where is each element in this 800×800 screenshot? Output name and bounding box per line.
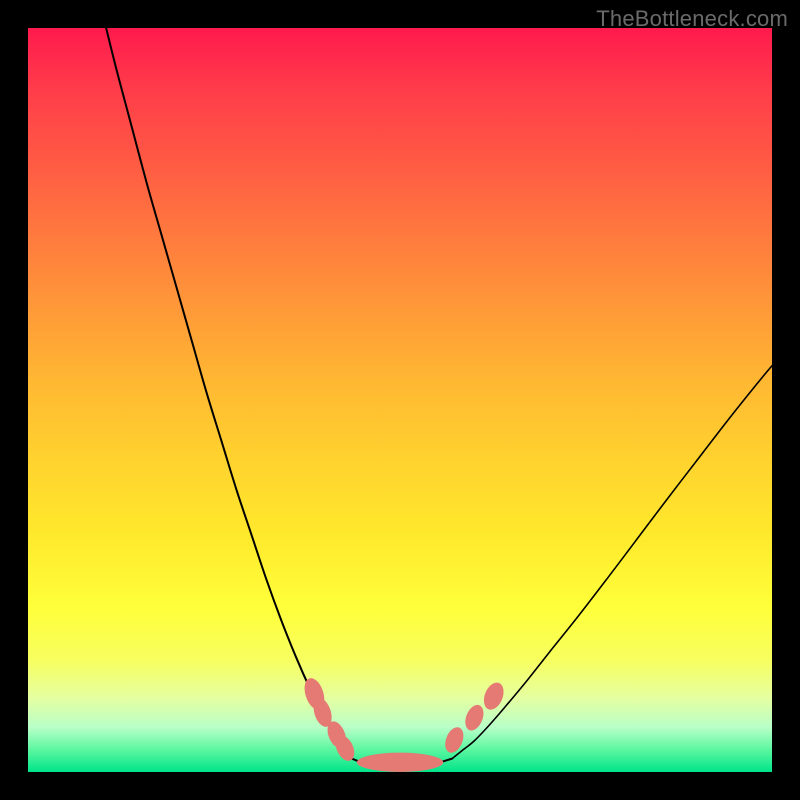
marker-group [301,676,507,772]
curve-marker [357,753,443,772]
curve-marker [442,725,467,756]
curve-marker [480,680,507,713]
chart-svg [28,28,772,772]
curve-marker [462,702,487,733]
watermark-text: TheBottleneck.com [596,6,788,32]
chart-frame: TheBottleneck.com [0,0,800,800]
curve-group [106,28,772,766]
chart-plot-area [28,28,772,772]
curve-left [106,28,352,759]
